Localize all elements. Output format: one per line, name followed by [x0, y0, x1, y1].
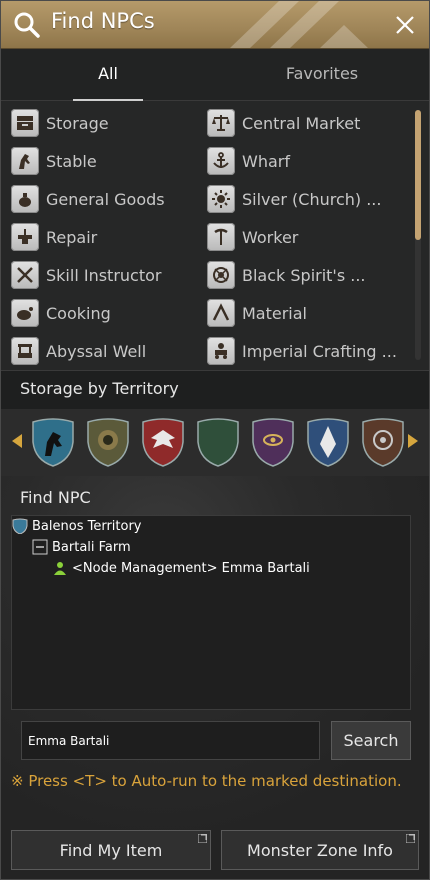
category-abyssal-well[interactable]: Abyssal Well [11, 334, 146, 368]
tree-territory-row[interactable]: Balenos Territory [12, 516, 141, 536]
horse-icon [11, 147, 39, 175]
monster-zone-info-button[interactable]: Monster Zone Info [221, 830, 419, 870]
category-label: General Goods [46, 189, 165, 209]
wishbone-icon [207, 299, 235, 327]
find-npcs-window: Find NPCs All Favorites Storage Stable G… [0, 0, 430, 880]
spirit-icon [207, 261, 235, 289]
storage-by-territory: Storage by Territory [1, 370, 429, 477]
territory-carousel [1, 409, 429, 477]
npc-category-list: Storage Stable General Goods Repair Skil… [1, 102, 429, 370]
tree-territory-label: Balenos Territory [32, 518, 142, 534]
category-material[interactable]: Material [207, 296, 307, 330]
anvil-icon [11, 223, 39, 251]
category-central-market[interactable]: Central Market [207, 106, 360, 140]
section-title: Storage by Territory [20, 379, 179, 398]
category-label: Central Market [242, 113, 361, 133]
territory-shield-valencia[interactable] [251, 418, 295, 468]
anchor-icon [207, 147, 235, 175]
category-black-spirit[interactable]: Black Spirit's ... [207, 258, 366, 292]
tree-npc-label: <Node Management> Emma Bartali [72, 560, 310, 576]
external-window-icon [198, 834, 207, 843]
find-npc-title: Find NPC [20, 488, 91, 507]
territory-crest-icon [12, 518, 28, 534]
search-icon [14, 12, 40, 38]
category-label: Skill Instructor [46, 265, 162, 285]
category-storage[interactable]: Storage [11, 106, 109, 140]
territory-shield-drieghan[interactable] [361, 418, 405, 468]
territory-shield-kamasylvia[interactable] [306, 418, 350, 468]
category-general-goods[interactable]: General Goods [11, 182, 165, 216]
search-button[interactable]: Search [331, 721, 411, 760]
category-label: Wharf [242, 151, 290, 171]
tab-all[interactable]: All [73, 49, 143, 101]
territory-shield-calpheon[interactable] [141, 418, 185, 468]
category-label: Imperial Crafting ... [242, 341, 397, 361]
pickaxe-icon [207, 223, 235, 251]
npc-marker-icon [54, 562, 66, 575]
territory-shield-serendia[interactable] [86, 418, 130, 468]
external-window-icon [406, 834, 415, 843]
category-label: Stable [46, 151, 97, 171]
category-label: Repair [46, 227, 98, 247]
tab-favorites[interactable]: Favorites [261, 49, 383, 101]
find-my-item-label: Find My Item [59, 840, 163, 860]
category-label: Black Spirit's ... [242, 265, 366, 285]
tree-node-label: Bartali Farm [52, 539, 131, 555]
category-imperial-crafting[interactable]: Imperial Crafting ... [207, 334, 397, 368]
sun-emblem-icon [207, 185, 235, 213]
sack-icon [11, 185, 39, 213]
category-scrollbar[interactable] [415, 110, 421, 360]
window-header: Find NPCs [1, 1, 429, 49]
category-silver-church[interactable]: Silver (Church) ... [207, 182, 381, 216]
monster-zone-info-label: Monster Zone Info [247, 840, 393, 860]
category-label: Silver (Church) ... [242, 189, 382, 209]
cart-icon [207, 337, 235, 365]
tab-bar: All Favorites [1, 49, 429, 101]
category-worker[interactable]: Worker [207, 220, 298, 254]
category-skill-instructor[interactable]: Skill Instructor [11, 258, 161, 292]
crossed-weapons-icon [11, 261, 39, 289]
npc-result-tree: Balenos Territory Bartali Farm <Node Man… [11, 515, 411, 710]
close-icon[interactable] [393, 13, 417, 37]
header-decoration [230, 1, 368, 48]
category-label: Material [242, 303, 307, 323]
territory-shield-balenos[interactable] [31, 418, 75, 468]
window-title: Find NPCs [51, 9, 155, 33]
category-cooking[interactable]: Cooking [11, 296, 111, 330]
well-icon [11, 337, 39, 365]
find-my-item-button[interactable]: Find My Item [11, 830, 211, 870]
collapse-icon[interactable] [32, 539, 48, 555]
storage-icon [11, 109, 39, 137]
category-label: Cooking [46, 303, 111, 323]
territory-shield-mediah[interactable] [196, 418, 240, 468]
category-label: Worker [242, 227, 299, 247]
chicken-icon [11, 299, 39, 327]
category-stable[interactable]: Stable [11, 144, 97, 178]
scrollbar-thumb[interactable] [415, 110, 421, 240]
category-label: Storage [46, 113, 109, 133]
tree-node-row[interactable]: Bartali Farm [32, 537, 131, 557]
auto-run-hint: ※ Press <T> to Auto-run to the marked de… [11, 772, 402, 790]
arrow-right-icon[interactable] [407, 433, 419, 449]
arrow-left-icon[interactable] [11, 433, 23, 449]
category-wharf[interactable]: Wharf [207, 144, 290, 178]
tree-npc-row[interactable]: <Node Management> Emma Bartali [52, 558, 310, 578]
npc-search-input[interactable] [21, 721, 320, 760]
category-repair[interactable]: Repair [11, 220, 97, 254]
scales-icon [207, 109, 235, 137]
category-label: Abyssal Well [46, 341, 147, 361]
